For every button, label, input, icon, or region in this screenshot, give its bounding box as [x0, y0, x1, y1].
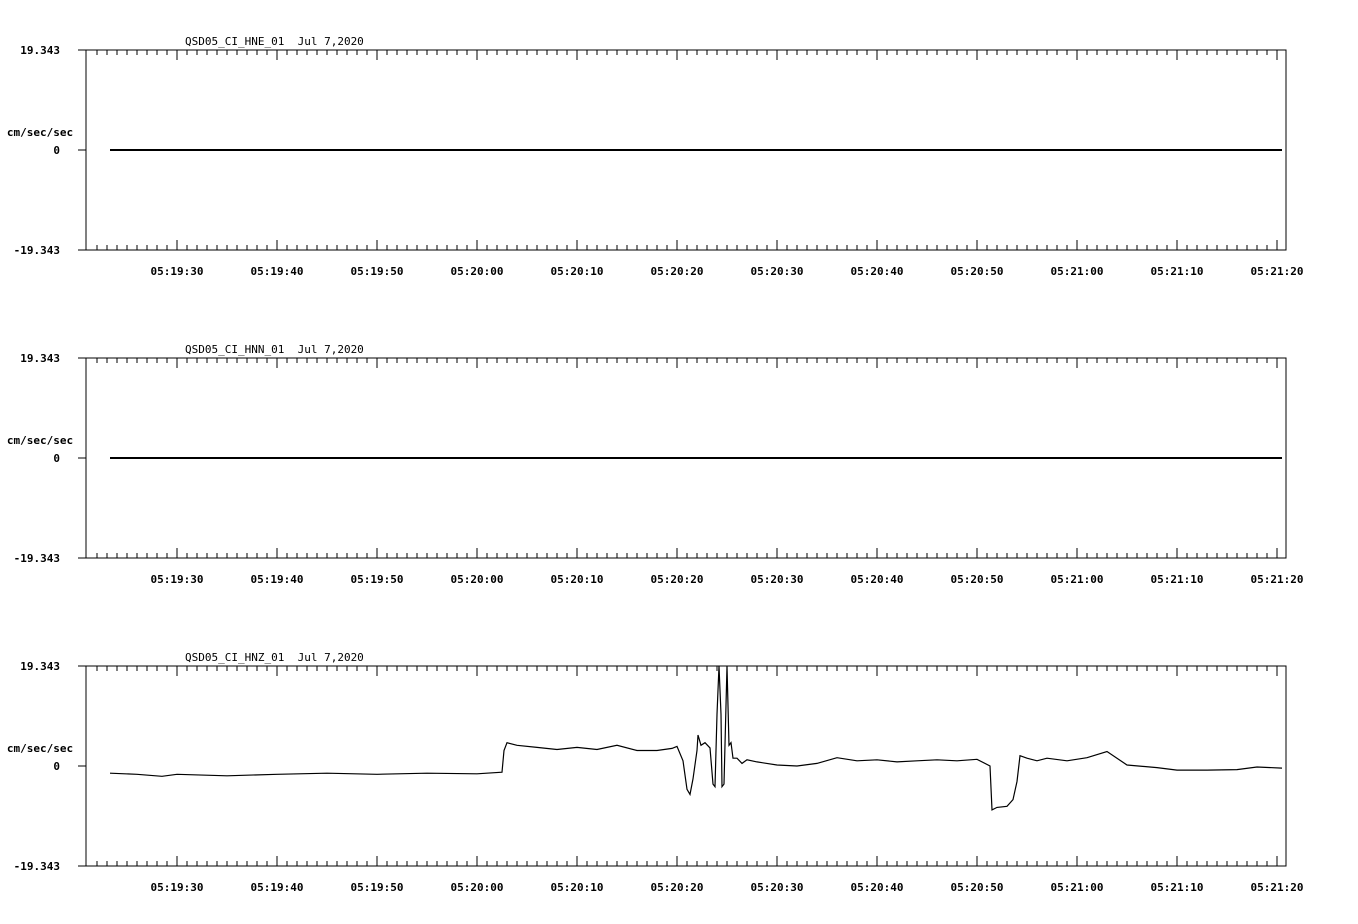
x-tick-label: 05:21:20 — [1251, 265, 1304, 278]
x-tick-label: 05:19:50 — [351, 573, 404, 586]
x-tick-label: 05:20:10 — [551, 265, 604, 278]
x-tick-label: 05:20:30 — [751, 573, 804, 586]
x-tick-label: 05:20:00 — [451, 881, 504, 894]
x-tick-label: 05:20:50 — [951, 573, 1004, 586]
x-tick-label: 05:21:00 — [1051, 265, 1104, 278]
x-tick-label: 05:20:10 — [551, 573, 604, 586]
chart-panel-3: 19.343 0 -19.343 cm/sec/sec QSD05_CI_HNZ_01 … — [7, 651, 1304, 894]
x-tick-label: 05:20:40 — [851, 573, 904, 586]
x-tick-label: 05:20:50 — [951, 881, 1004, 894]
x-tick-label: 05:21:10 — [1151, 881, 1204, 894]
panel-title: QSD05_CI_HNZ_01 Jul 7,2020 — [185, 651, 364, 664]
panel-title: QSD05_CI_HNE_01 Jul 7,2020 — [185, 35, 364, 48]
x-tick-label: 05:21:00 — [1051, 881, 1104, 894]
y-axis-label: cm/sec/sec — [7, 434, 73, 447]
y-axis-label: cm/sec/sec — [7, 126, 73, 139]
y-axis-label: cm/sec/sec — [7, 742, 73, 755]
y-tick-label: 0 — [53, 144, 60, 157]
x-tick-label: 05:21:20 — [1251, 573, 1304, 586]
x-tick-label: 05:21:10 — [1151, 265, 1204, 278]
waveform-trace — [109, 665, 1283, 811]
x-tick-label: 05:20:40 — [851, 881, 904, 894]
x-tick-label: 05:20:20 — [651, 881, 704, 894]
x-tick-label: 05:19:30 — [151, 881, 204, 894]
y-tick-label: 19.343 — [20, 44, 60, 57]
x-tick-label: 05:20:30 — [751, 881, 804, 894]
x-tick-label: 05:19:40 — [251, 573, 304, 586]
x-tick-label: 05:19:30 — [151, 573, 204, 586]
x-tick-label: 05:19:40 — [251, 881, 304, 894]
x-tick-label: 05:21:10 — [1151, 573, 1204, 586]
x-tick-label: 05:19:30 — [151, 265, 204, 278]
x-tick-label: 05:19:50 — [351, 265, 404, 278]
x-tick-label: 05:19:40 — [251, 265, 304, 278]
chart-panel-1: 19.343 0 -19.343 cm/sec/sec QSD05_CI_HNE_01 … — [7, 35, 1304, 278]
y-tick-label: -19.343 — [14, 860, 60, 873]
x-tick-label: 05:20:40 — [851, 265, 904, 278]
y-tick-label: 19.343 — [20, 352, 60, 365]
x-tick-label: 05:21:20 — [1251, 881, 1304, 894]
seismogram-figure: 19.343 0 -19.343 cm/sec/sec QSD05_CI_HNE_01 … — [7, 35, 1304, 894]
x-tick-label: 05:20:20 — [651, 573, 704, 586]
x-tick-label: 05:20:20 — [651, 265, 704, 278]
y-tick-label: -19.343 — [14, 552, 60, 565]
x-tick-label: 05:20:10 — [551, 881, 604, 894]
x-tick-label: 05:20:30 — [751, 265, 804, 278]
y-tick-label: -19.343 — [14, 244, 60, 257]
x-tick-label: 05:21:00 — [1051, 573, 1104, 586]
x-tick-label: 05:20:00 — [451, 573, 504, 586]
x-tick-label: 05:20:50 — [951, 265, 1004, 278]
x-tick-label: 05:19:50 — [351, 881, 404, 894]
plot-frame — [85, 665, 1287, 867]
panel-title: QSD05_CI_HNN_01 Jul 7,2020 — [185, 343, 364, 356]
y-tick-label: 0 — [53, 760, 60, 773]
x-tick-label: 05:20:00 — [451, 265, 504, 278]
chart-panel-2: 19.343 0 -19.343 cm/sec/sec QSD05_CI_HNN_01 … — [7, 343, 1304, 586]
y-tick-label: 0 — [53, 452, 60, 465]
y-tick-label: 19.343 — [20, 660, 60, 673]
